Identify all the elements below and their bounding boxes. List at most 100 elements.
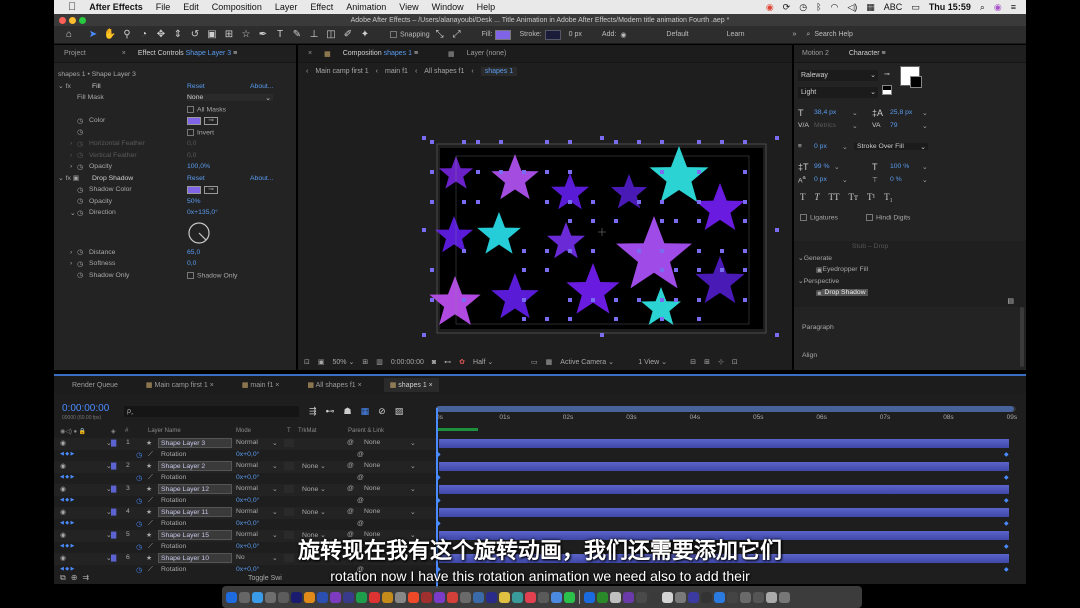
puppet-tool-icon[interactable]: ✦ [358,28,372,42]
path-vertex-handle[interactable] [462,140,466,144]
dropdown-icon[interactable]: ⌄ [922,163,928,171]
path-vertex-handle[interactable] [743,298,747,302]
font-size-value[interactable]: 38,4 px [814,109,836,116]
path-vertex-handle[interactable] [697,317,701,321]
path-vertex-handle[interactable] [720,140,724,144]
tab-layer[interactable]: Layer (none) [461,50,513,57]
breadcrumb-item-main-f1[interactable]: main f1 [385,68,408,75]
label-color-chip[interactable]: ▇ [111,508,116,516]
keyframe-icon[interactable]: ◆ [1004,474,1009,481]
dock-app-icon[interactable] [649,592,660,603]
path-vertex-handle[interactable] [545,249,549,253]
dock-app-icon[interactable] [486,592,497,603]
snapping-checkbox[interactable] [390,31,397,38]
trkmat-select[interactable]: None ⌄ [302,508,326,516]
ligatures-checkbox[interactable] [800,214,807,221]
workspace-default[interactable]: Default [666,31,688,38]
path-vertex-handle[interactable] [462,200,466,204]
dock-app-icon[interactable] [421,592,432,603]
type-tool-icon[interactable]: T [273,28,287,42]
path-vertex-handle[interactable] [568,298,572,302]
rotation-tool-icon[interactable]: ↺ [188,28,202,42]
path-vertex-handle[interactable] [422,333,426,337]
path-vertex-handle[interactable] [476,200,480,204]
cyan-star[interactable] [650,146,709,202]
dropdown-icon[interactable]: ⌄ [410,508,416,516]
font-style-select[interactable]: Light ⌄ [798,87,878,98]
draft-3d-icon[interactable]: ⊷ [326,406,335,417]
dock-app-icon[interactable] [291,592,302,603]
flag-icon[interactable]: ▦ [866,2,875,13]
path-vertex-handle[interactable] [462,249,466,253]
path-vertex-handle[interactable] [674,298,678,302]
path-vertex-handle[interactable] [591,298,595,302]
path-vertex-handle[interactable] [720,249,724,253]
stroke-mode-select[interactable]: Stroke Over Fill ⌄ [854,143,928,150]
timeline-tab[interactable]: ▦ main f1 × [236,381,286,389]
path-vertex-handle[interactable] [660,249,664,253]
path-vertex-handle[interactable] [568,219,572,223]
path-vertex-handle[interactable] [522,268,526,272]
collapse-icon[interactable]: ⌄ [106,485,112,493]
menu-effect[interactable]: Effect [310,2,333,12]
rotation-property-row[interactable]: ◀ ◆ ▶ ◷ ⟋ Rotation 0x+0,0° @ [54,450,436,462]
path-vertex-handle[interactable] [660,219,664,223]
rotation-value[interactable]: 0x+0,0° [236,497,259,504]
close-icon[interactable]: × [208,382,214,389]
grid-icon[interactable]: ⊞ [362,358,368,366]
eyedropper-icon[interactable]: ⊸ [884,70,890,78]
dock-app-icon[interactable] [610,592,621,603]
star-tool-icon[interactable]: ☆ [239,28,253,42]
graph-icon[interactable]: ⟋ [148,451,153,459]
tracking-value[interactable]: 79 [890,122,898,129]
breadcrumb-back-icon[interactable]: ‹ [306,68,308,75]
dropdown-icon[interactable]: ⌄ [272,508,278,516]
graph-icon[interactable]: ⟋ [148,497,153,505]
camera-snapshot-icon[interactable]: ◙ [432,359,436,366]
dock-app-icon[interactable] [512,592,523,603]
shadow-opacity-value[interactable]: 50% [187,198,201,205]
layer-duration-bar[interactable] [439,462,1009,471]
path-vertex-handle[interactable] [660,170,664,174]
stopwatch-icon[interactable]: ◷ [77,197,83,205]
keyframe-navigator-icon[interactable]: ◀ ◆ ▶ [60,474,74,480]
ligatures-toggle[interactable]: Ligatures [800,214,838,221]
path-vertex-handle[interactable] [743,170,747,174]
all-caps-button[interactable]: TT [829,192,840,202]
purple-star[interactable] [695,256,744,303]
fill-color-swatch[interactable] [495,30,511,40]
resolution-dropdown[interactable]: Half ⌄ [473,358,523,366]
path-vertex-handle[interactable] [697,200,701,204]
purple-star[interactable] [547,222,585,258]
path-vertex-handle[interactable] [545,170,549,174]
rotation-value[interactable]: 0x+0,0° [236,474,259,481]
path-vertex-handle[interactable] [697,140,701,144]
vertical-scale-value[interactable]: 99 % [814,163,830,170]
menu-view[interactable]: View [399,2,418,12]
dock-app-icon[interactable] [551,592,562,603]
eyedropper-icon[interactable]: ⊸ [204,117,218,125]
layer-duration-bar[interactable] [439,485,1009,494]
stopwatch-icon[interactable]: ◷ [77,186,83,194]
header-layer-name[interactable]: Layer Name [148,428,181,434]
path-vertex-handle[interactable] [499,170,503,174]
shy-icon[interactable]: ☗ [344,406,352,417]
preserve-transparency-box[interactable] [284,462,294,470]
apple-icon[interactable]:  [68,1,76,13]
timeline-tab[interactable]: ▦ shapes 1 × [384,378,439,392]
snapping-toggle[interactable]: Snapping [390,31,430,38]
dropdown-icon[interactable]: ⌄ [834,163,840,171]
path-vertex-handle[interactable] [568,200,572,204]
path-vertex-handle[interactable] [545,200,549,204]
layer-mode[interactable]: Normal [236,462,258,469]
tab-project[interactable]: Project [58,50,92,57]
toggle-view-icon[interactable]: ⊟ [690,358,696,366]
collapse-icon[interactable]: ⌄ [106,439,112,447]
path-vertex-handle[interactable] [637,140,641,144]
search-help-icon[interactable]: ⌕ [806,31,810,39]
dropdown-icon[interactable]: ⌄ [272,485,278,493]
label-color-chip[interactable]: ▇ [111,485,116,493]
camera-tool-icon[interactable]: ▣ [205,28,219,42]
menu-list-icon[interactable]: ≡ [1011,2,1016,12]
stroke-width-value[interactable]: 0 px [569,31,582,38]
